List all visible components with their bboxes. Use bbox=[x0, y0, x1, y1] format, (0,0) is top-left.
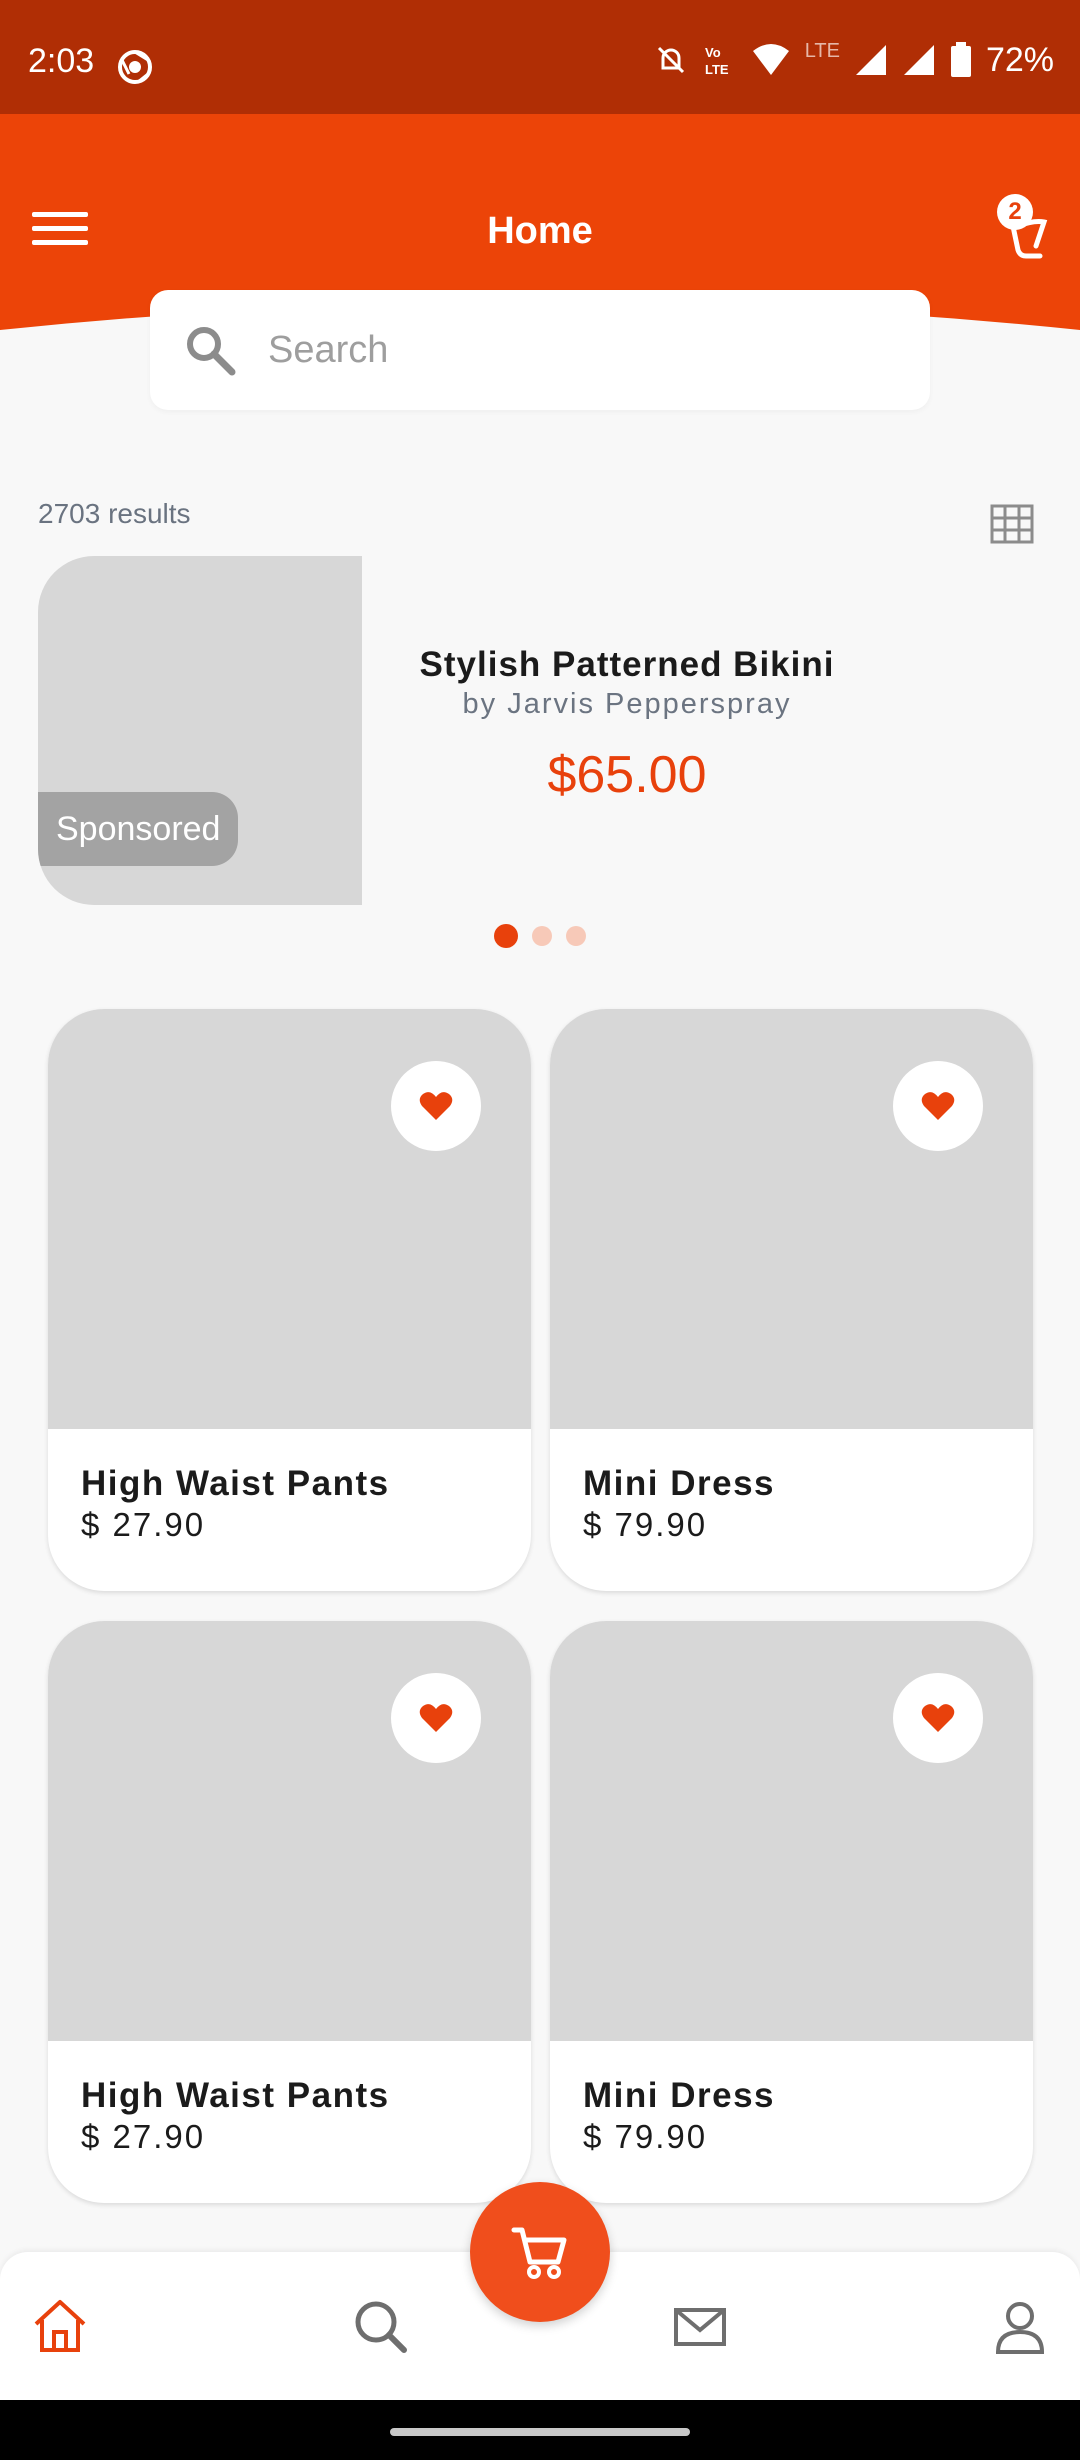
product-name: High Waist Pants bbox=[81, 1464, 390, 1503]
heart-icon bbox=[921, 1092, 955, 1120]
mail-icon[interactable] bbox=[670, 2296, 730, 2356]
carousel-dot[interactable] bbox=[566, 926, 586, 946]
battery-level: 72% bbox=[985, 40, 1054, 79]
search-bar[interactable] bbox=[150, 290, 930, 410]
product-card[interactable]: High Waist Pants $ 27.90 bbox=[48, 1621, 531, 2203]
status-time: 2:03 bbox=[28, 42, 95, 80]
search-icon[interactable] bbox=[350, 2296, 410, 2356]
carousel-indicator bbox=[0, 924, 1080, 948]
dnd-off-icon bbox=[657, 46, 684, 74]
heart-icon bbox=[419, 1704, 453, 1732]
home-gesture-handle[interactable] bbox=[390, 2428, 690, 2436]
product-card[interactable]: High Waist Pants $ 27.90 bbox=[48, 1009, 531, 1591]
favorite-button[interactable] bbox=[391, 1061, 481, 1151]
product-price: $ 27.90 bbox=[81, 2118, 206, 2155]
product-card[interactable]: Mini Dress $ 79.90 bbox=[550, 1621, 1033, 2203]
page-title: Home bbox=[487, 210, 593, 252]
sponsored-price: $65.00 bbox=[547, 746, 707, 804]
grid-view-icon[interactable] bbox=[990, 504, 1034, 544]
cart-badge: 2 bbox=[997, 194, 1033, 230]
carousel-dot[interactable] bbox=[532, 926, 552, 946]
status-bar: 2:03 Vo LTE LTE 72% bbox=[0, 0, 1080, 114]
product-name: Mini Dress bbox=[583, 2076, 775, 2115]
chrome-icon bbox=[118, 50, 152, 84]
results-count: 2703 results bbox=[38, 498, 191, 529]
cart-fab-button[interactable] bbox=[470, 2182, 610, 2322]
volte-icon: Vo LTE bbox=[705, 45, 729, 77]
gesture-bar bbox=[0, 2400, 1080, 2460]
product-price: $ 27.90 bbox=[81, 1506, 206, 1543]
cart-icon bbox=[511, 2227, 567, 2279]
product-card[interactable]: Mini Dress $ 79.90 bbox=[550, 1009, 1033, 1591]
search-input[interactable] bbox=[268, 320, 888, 380]
sponsored-brand: by Jarvis Pepperspray bbox=[462, 688, 792, 720]
favorite-button[interactable] bbox=[893, 1673, 983, 1763]
wifi-icon bbox=[752, 44, 789, 75]
sponsored-image[interactable]: Sponsored bbox=[38, 556, 362, 905]
carousel-dot-active[interactable] bbox=[494, 924, 518, 948]
favorite-button[interactable] bbox=[391, 1673, 481, 1763]
profile-icon[interactable] bbox=[990, 2296, 1050, 2356]
search-icon bbox=[187, 327, 236, 376]
sponsored-title[interactable]: Stylish Patterned Bikini bbox=[380, 645, 874, 685]
network-type: LTE bbox=[804, 39, 840, 62]
svg-text:LTE: LTE bbox=[705, 62, 729, 77]
home-icon[interactable] bbox=[30, 2296, 90, 2356]
signal-icon-2 bbox=[903, 45, 934, 75]
battery-icon bbox=[950, 42, 971, 77]
heart-icon bbox=[419, 1092, 453, 1120]
product-price: $ 79.90 bbox=[583, 1506, 708, 1543]
product-price: $ 79.90 bbox=[583, 2118, 708, 2155]
product-name: High Waist Pants bbox=[81, 2076, 390, 2115]
heart-icon bbox=[921, 1704, 955, 1732]
svg-text:Vo: Vo bbox=[705, 45, 721, 60]
signal-icon bbox=[855, 45, 886, 75]
product-name: Mini Dress bbox=[583, 1464, 775, 1503]
sponsored-tag: Sponsored bbox=[38, 792, 239, 866]
favorite-button[interactable] bbox=[893, 1061, 983, 1151]
